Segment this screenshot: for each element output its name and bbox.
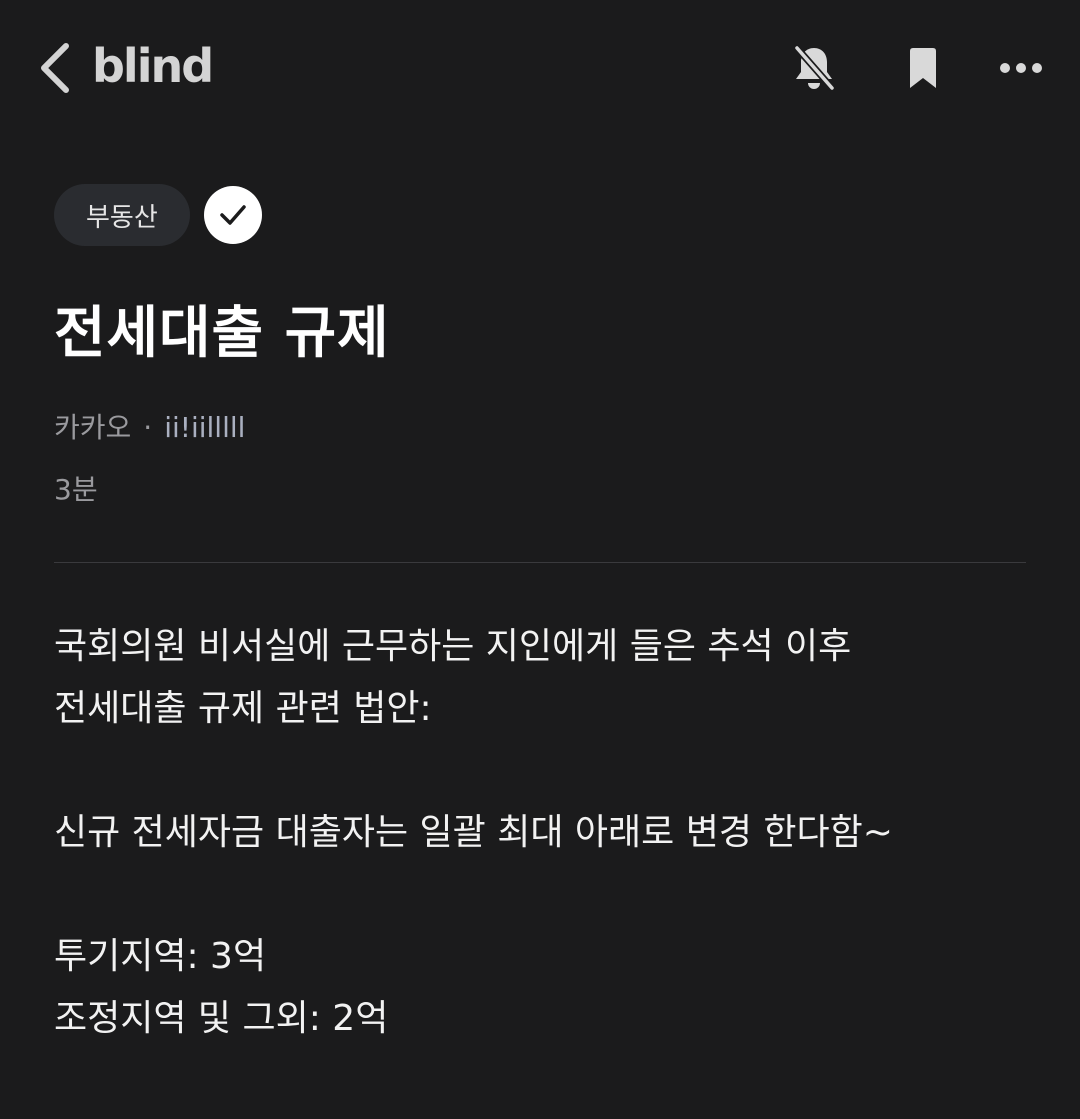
bell-muted-icon — [794, 45, 835, 91]
bookmark-icon — [910, 48, 936, 88]
post-title: 전세대출 규제 — [54, 301, 390, 366]
body-line: 조정지역 및 그외: 2억 — [54, 998, 389, 1039]
back-button[interactable] — [36, 40, 76, 96]
body-line: 신규 전세자금 대출자는 일괄 최대 아래로 변경 한다함~ — [54, 812, 893, 853]
blind-logo[interactable]: blind — [92, 36, 214, 96]
author-nickname[interactable]: ii!iilllll — [164, 408, 245, 448]
post-tags: 부동산 — [54, 184, 262, 246]
meta-separator: · — [143, 411, 153, 444]
company-name[interactable]: 카카오 — [54, 408, 131, 448]
post-time: 3분 — [54, 473, 98, 506]
check-icon — [220, 205, 246, 225]
body-line: 국회의원 비서실에 근무하는 지인에게 들은 추석 이후 — [54, 626, 852, 667]
more-options-button[interactable] — [991, 38, 1051, 98]
divider — [54, 562, 1026, 563]
top-navigation-bar: blind — [0, 0, 1080, 132]
body-line: 투기지역: 3억 — [54, 936, 267, 977]
notification-toggle-button[interactable] — [784, 38, 844, 98]
category-chip[interactable]: 부동산 — [54, 184, 190, 246]
verified-badge — [203, 186, 262, 244]
post-meta: 카카오 · ii!iilllll — [54, 408, 245, 448]
body-line: 전세대출 규제 관련 법안: — [54, 688, 432, 729]
chevron-left-icon — [41, 43, 69, 93]
bookmark-button[interactable] — [893, 38, 953, 98]
more-horizontal-icon — [1000, 63, 1042, 73]
post-body: 국회의원 비서실에 근무하는 지인에게 들은 추석 이후 전세대출 규제 관련 … — [54, 616, 1044, 1050]
